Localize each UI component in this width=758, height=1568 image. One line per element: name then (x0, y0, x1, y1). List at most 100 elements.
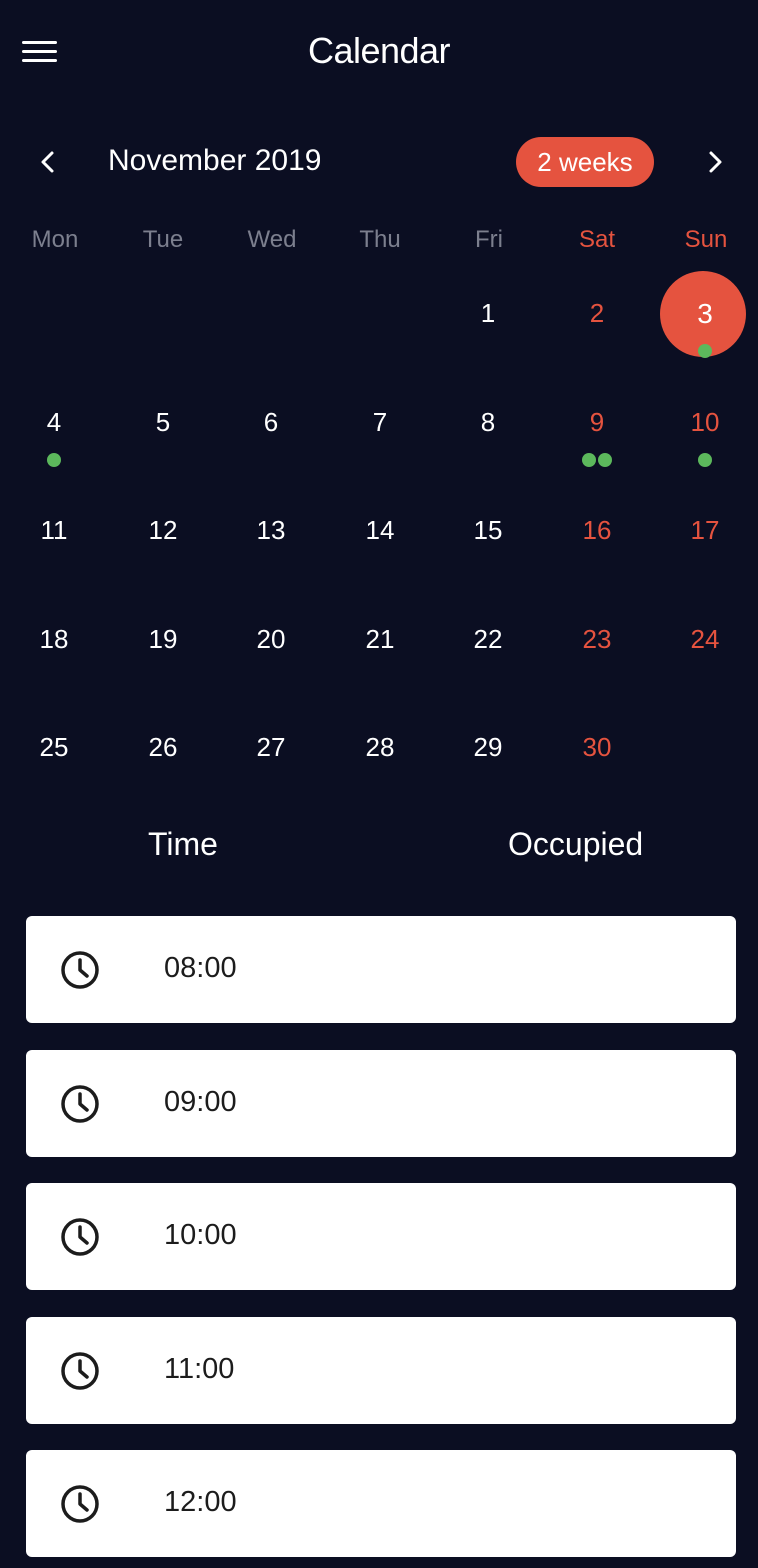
calendar-day[interactable]: 7 (326, 369, 434, 477)
slot-time: 11:00 (164, 1353, 235, 1385)
time-slot[interactable]: 11:00 (26, 1317, 736, 1424)
slot-table-header: Time Occupied (0, 826, 758, 870)
calendar-day[interactable]: 21 (326, 586, 434, 694)
event-indicator (651, 453, 758, 467)
clock-icon (61, 1218, 99, 1256)
weekday-label: Sun (684, 226, 728, 253)
day-number: 19 (148, 624, 178, 654)
calendar-day[interactable]: 17 (651, 477, 758, 585)
calendar-day[interactable]: 22 (434, 586, 542, 694)
event-dot (598, 453, 612, 467)
chevron-left-icon[interactable] (30, 144, 66, 180)
time-slot[interactable]: 09:00 (26, 1050, 736, 1157)
calendar-day[interactable]: 14 (326, 477, 434, 585)
event-dot (698, 344, 712, 358)
day-number: 18 (39, 624, 69, 654)
time-column-header: Time (148, 826, 218, 862)
time-slot[interactable]: 10:00 (26, 1183, 736, 1290)
day-number: 29 (473, 732, 503, 762)
event-dot (582, 453, 596, 467)
calendar-day[interactable]: 1 (434, 260, 542, 368)
day-number: 5 (155, 407, 171, 437)
day-number: 8 (480, 407, 496, 437)
top-bar: Calendar (0, 0, 758, 104)
chevron-right-icon-graphic (709, 151, 722, 173)
calendar-day[interactable]: 11 (0, 477, 108, 585)
day-number: 16 (582, 515, 612, 545)
day-number: 28 (365, 732, 395, 762)
calendar-day[interactable]: 26 (109, 694, 217, 802)
calendar-day[interactable]: 23 (543, 586, 651, 694)
month-navigation: November 2019 2 weeks (0, 130, 758, 194)
day-number: 17 (690, 515, 720, 545)
calendar-day[interactable]: 20 (217, 586, 325, 694)
clock-icon (61, 1085, 99, 1123)
event-indicator (651, 344, 758, 358)
weekday-label: Thu (359, 226, 401, 253)
day-number: 2 (589, 298, 605, 328)
day-number: 3 (697, 298, 713, 329)
time-slot[interactable]: 12:00 (26, 1450, 736, 1557)
day-number: 7 (372, 407, 388, 437)
day-number: 26 (148, 732, 178, 762)
calendar-day[interactable]: 12 (109, 477, 217, 585)
calendar-day[interactable]: 28 (326, 694, 434, 802)
day-number: 15 (473, 515, 503, 545)
clock-icon (61, 1352, 99, 1390)
page-title: Calendar (307, 30, 451, 71)
day-number: 24 (690, 624, 720, 654)
chevron-left-icon-graphic (41, 151, 54, 173)
event-indicator (0, 453, 108, 467)
calendar-day[interactable]: 4 (0, 369, 108, 477)
day-number: 23 (582, 624, 612, 654)
day-number: 9 (589, 407, 605, 437)
calendar-day[interactable]: 18 (0, 586, 108, 694)
calendar-day[interactable]: 9 (543, 369, 651, 477)
calendar-day[interactable]: 27 (217, 694, 325, 802)
calendar-day[interactable]: 16 (543, 477, 651, 585)
weekday-header: Mon Tue Wed Thu Fri Sat Sun (0, 226, 758, 260)
day-number: 27 (256, 732, 286, 762)
day-number: 30 (582, 732, 612, 762)
calendar-day-selected[interactable]: 3 (651, 260, 758, 368)
slot-time: 12:00 (164, 1486, 237, 1518)
day-number: 10 (690, 407, 720, 437)
chevron-right-icon[interactable] (697, 144, 733, 180)
calendar-day[interactable]: 5 (109, 369, 217, 477)
day-number: 20 (256, 624, 286, 654)
day-number: 12 (148, 515, 178, 545)
weekday-label: Wed (247, 226, 297, 253)
weekday-label: Fri (475, 226, 503, 253)
clock-icon (61, 951, 99, 989)
time-slot[interactable]: 08:00 (26, 916, 736, 1023)
slot-time: 08:00 (164, 952, 237, 984)
event-dot (47, 453, 61, 467)
day-number: 13 (256, 515, 286, 545)
day-number: 11 (40, 515, 68, 545)
clock-icon (61, 1485, 99, 1523)
event-indicator (543, 453, 651, 467)
calendar-day[interactable]: 29 (434, 694, 542, 802)
day-number: 25 (39, 732, 69, 762)
calendar-day[interactable]: 19 (109, 586, 217, 694)
range-toggle-button[interactable]: 2 weeks (516, 137, 654, 187)
calendar-day[interactable]: 13 (217, 477, 325, 585)
calendar-day[interactable]: 10 (651, 369, 758, 477)
calendar-day[interactable]: 25 (0, 694, 108, 802)
occupied-column-header: Occupied (508, 826, 644, 862)
day-number: 14 (365, 515, 395, 545)
slot-time: 10:00 (164, 1219, 237, 1251)
event-dot (698, 453, 712, 467)
calendar-day[interactable]: 30 (543, 694, 651, 802)
day-number: 6 (263, 407, 279, 437)
day-number: 22 (473, 624, 503, 654)
calendar-day[interactable]: 24 (651, 586, 758, 694)
calendar-day[interactable]: 15 (434, 477, 542, 585)
weekday-label: Sat (578, 226, 616, 253)
weekday-label: Tue (142, 226, 184, 253)
calendar-day[interactable]: 8 (434, 369, 542, 477)
slot-time: 09:00 (164, 1086, 237, 1118)
calendar-day[interactable]: 2 (543, 260, 651, 368)
month-label: November 2019 (108, 144, 322, 177)
calendar-day[interactable]: 6 (217, 369, 325, 477)
